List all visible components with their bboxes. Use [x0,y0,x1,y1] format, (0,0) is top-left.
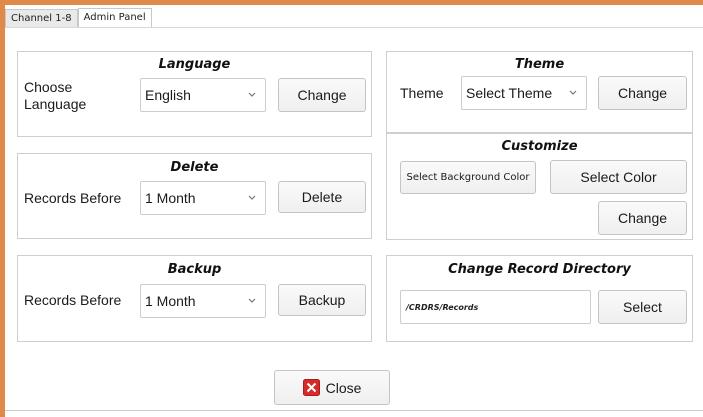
language-select-value: English [145,87,191,103]
tab-divider [5,27,703,28]
backup-title: Backup [167,262,222,277]
close-button-label: Close [325,379,362,396]
record-directory-title: Change Record Directory [448,262,631,277]
record-directory-panel: Change Record Directory /CRDRS/Records S… [386,255,693,342]
change-theme-button[interactable]: Change [598,76,687,110]
page-bottom-border [5,410,703,411]
theme-label: Theme [400,85,444,101]
record-directory-path[interactable]: /CRDRS/Records [400,290,591,324]
backup-records-before-label: Records Before [24,292,122,308]
chevron-down-icon [248,195,256,200]
tab-admin-panel[interactable]: Admin Panel [77,8,152,28]
customize-title: Customize [501,139,578,154]
delete-period-select[interactable]: 1 Month [140,181,266,215]
delete-period-value: 1 Month [145,190,196,206]
backup-button[interactable]: Backup [278,284,366,316]
chevron-down-icon [248,298,256,303]
theme-select-value: Select Theme [466,85,553,101]
close-icon [302,379,320,396]
window-frame-left [0,0,5,417]
language-title: Language [158,57,231,72]
tab-bar: Channel 1-8 Admin Panel [5,8,152,28]
chevron-down-icon [248,92,256,97]
backup-period-select[interactable]: 1 Month [140,284,266,318]
customize-panel: Customize Select Background Color Select… [386,133,693,240]
backup-period-value: 1 Month [145,293,196,309]
close-button[interactable]: Close [274,370,390,405]
delete-title: Delete [170,160,219,175]
language-panel: Language Choose Language English Change [17,51,372,137]
delete-records-before-label: Records Before [24,190,122,206]
select-background-color-button[interactable]: Select Background Color [400,161,536,194]
theme-select[interactable]: Select Theme [461,76,587,110]
chevron-down-icon [569,90,577,95]
change-color-button[interactable]: Change [598,201,687,235]
window-frame-top [0,0,703,5]
theme-title: Theme [514,57,565,72]
tab-channel-1-8[interactable]: Channel 1-8 [5,9,78,28]
select-directory-button[interactable]: Select [598,290,687,324]
theme-panel: Theme Theme Select Theme Change [386,51,693,133]
language-select[interactable]: English [140,78,266,112]
select-color-button[interactable]: Select Color [550,160,687,194]
delete-panel: Delete Records Before 1 Month Delete [17,153,372,239]
change-language-button[interactable]: Change [278,78,366,112]
delete-button[interactable]: Delete [278,181,366,213]
backup-panel: Backup Records Before 1 Month Backup [17,255,372,342]
choose-language-label: Choose Language [24,79,87,112]
